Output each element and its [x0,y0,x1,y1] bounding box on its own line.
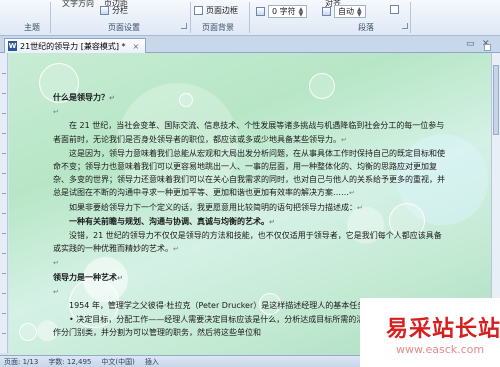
indent-spinner[interactable]: 0 字符 ▲ ▼ [256,5,308,18]
group-paragraph-label: 段落 [358,23,374,32]
document-tab[interactable]: W 21世纪的领导力 [兼容模式] * × [4,38,147,53]
indent-value: 0 字符 [272,7,296,16]
paragraph: 没错，21 世纪的领导力不仅仅是领导的方法和技能，也不仅仅适用于领导者，它是我们… [53,231,442,254]
paragraph-text: 在 21 世纪，当社会变革、国际交流、信息技术、个性发展等诸多挑战与机遇降临到社… [53,121,445,144]
empty-paragraph: ↵ [53,287,59,296]
watermark-url: www.easck.com [396,343,485,356]
group-separator [410,2,411,33]
paragraph: 在 21 世纪，当社会变革、国际交流、信息技术、个性发展等诸多挑战与机遇降临到社… [53,121,445,144]
columns-icon [100,6,109,15]
restore-icon[interactable]: ▭ [466,39,475,49]
group-separator [190,2,191,33]
heading-what-is-leadership: 什么是领导力？↵ [53,93,115,102]
paragraph-text: 如果非要给领导力下一个定义的话，我更愿意用比较简明的语句把领导力描述成： [69,202,357,212]
group-page-background-label: 页面背景 [202,23,234,32]
paragraph-mini-tools [390,5,399,14]
page-borders-button[interactable]: 页面边框 [194,5,238,16]
heading-leadership-is-art: 领导力是一种艺术↵ [53,272,123,282]
ribbon-page-layout: 文字方向 页边距 对齐 分栏 页面边框 0 字符 ▲ ▼ 自动 ▲ ▼ 主题 页… [0,0,500,36]
columns-button[interactable]: 分栏 [100,5,128,16]
page-borders-icon [194,6,203,15]
paragraph-text: 这是因为，领导力意味着我们总能从宏观和大局出发分析问题，在从事具体工作时保持自己… [53,148,445,198]
spacing-value-field[interactable]: 自动 ▲ ▼ [334,5,366,18]
spacing-spinner[interactable]: 自动 ▲ ▼ [322,5,366,18]
page-setup-launcher-icon[interactable] [181,23,187,29]
paragraph-emphasis: 一种有关前瞻与规划、沟通与协调、真诚与均衡的艺术。↵ [69,216,275,226]
heading-text: 什么是领导力？ [53,93,109,102]
paragraph-text: 没错，21 世纪的领导力不仅仅是领导的方法和技能，也不仅仅适用于领导者，它是我们… [53,231,442,254]
empty-paragraph: ↵ [53,259,59,268]
document-tab-title: 21世纪的领导力 [兼容模式] * [20,41,126,51]
word-document-icon: W [8,41,17,51]
status-page[interactable]: 页面: 1/13 [4,357,38,367]
columns-label: 分栏 [112,6,128,15]
paragraph: 这是因为，领导力意味着我们总能从宏观和大局出发分析问题，在从事具体工作时保持自己… [53,148,445,198]
vertical-ruler[interactable] [0,53,8,353]
empty-paragraph: ↵ [53,108,59,117]
spinner-arrows-icon[interactable]: ▲ ▼ [357,6,362,17]
spacing-icon [322,7,331,16]
align-icon[interactable] [390,5,399,14]
group-separator [249,2,250,33]
page-borders-label: 页面边框 [206,6,238,15]
paragraph: 如果非要给领导力下一个定义的话，我更愿意用比较简明的语句把领导力描述成：↵ [69,202,363,212]
site-watermark: 易采站长站 www.easck.com [360,298,500,367]
ruler-toggle-icon[interactable] [484,44,491,51]
indent-value-field[interactable]: 0 字符 ▲ ▼ [268,5,308,18]
paragraph-text: 1954 年，管理学之父彼得·杜拉克（Peter Drucker）是这样描述经理… [69,301,382,311]
status-words[interactable]: 字数: 12,495 [48,357,91,367]
background-bubble [19,323,37,341]
tab-close-icon[interactable]: × [133,42,140,51]
heading-text: 领导力是一种艺术 [53,272,117,282]
group-theme-label: 主题 [24,23,40,32]
ribbon-text-direction-label[interactable]: 文字方向 [62,0,94,9]
word-window: 文字方向 页边距 对齐 分栏 页面边框 0 字符 ▲ ▼ 自动 ▲ ▼ 主题 页… [0,0,500,367]
spinner-arrows-icon[interactable]: ▲ ▼ [299,6,304,17]
status-mode[interactable]: 插入 [145,357,159,367]
paragraph-text: 一种有关前瞻与规划、沟通与协调、真诚与均衡的艺术。 [69,216,269,226]
document-tab-bar: W 21世纪的领导力 [兼容模式] * × ▭ ✕ [0,36,500,53]
indent-icon [256,7,265,16]
status-language[interactable]: 中文(中国) [101,357,134,367]
paragraph-launcher-icon[interactable] [402,23,408,29]
watermark-title: 易采站长站 [386,316,500,342]
group-separator [50,2,51,33]
scrollbar-thumb[interactable] [493,65,499,135]
group-page-setup-label: 页面设置 [108,23,140,32]
spacing-value: 自动 [338,7,354,16]
